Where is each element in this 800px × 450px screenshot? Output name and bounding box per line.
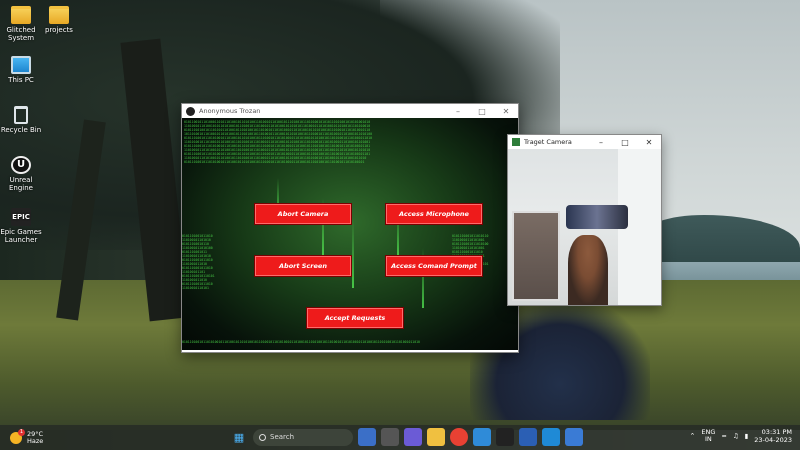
- file-explorer-icon[interactable]: [427, 428, 445, 446]
- clock-time: 03:31 PM: [761, 428, 792, 436]
- python-icon[interactable]: [565, 428, 583, 446]
- close-button[interactable]: ✕: [494, 107, 518, 116]
- windows-start-icon[interactable]: ▦: [230, 428, 248, 446]
- camera-feed-shelf: [512, 211, 560, 301]
- recycle-bin-icon: [14, 106, 28, 124]
- weather-desc: Haze: [27, 436, 44, 445]
- desktop-icon-recycle-bin[interactable]: Recycle Bin: [0, 106, 42, 134]
- desktop-icon-label: Engine: [9, 184, 33, 192]
- system-tray: ⌃ ENG IN ≈ ♫ ▮ 03:31 PM 23-04-2023: [689, 428, 792, 444]
- main-window-titlebar[interactable]: Anonymous Trozan – □ ✕: [182, 104, 518, 118]
- desktop-icon-label: System: [7, 34, 35, 42]
- code-background: 0101101001011010100101101001011010100101…: [182, 340, 420, 344]
- access-microphone-button[interactable]: Access Microphone: [385, 203, 483, 225]
- desktop-icon-label: Unreal: [9, 176, 33, 184]
- volume-icon[interactable]: ♫: [733, 432, 739, 440]
- search-label: Search: [270, 433, 295, 441]
- folder-icon: [49, 6, 69, 24]
- abort-screen-button[interactable]: Abort Screen: [254, 255, 352, 277]
- anonymous-mask-icon: [186, 106, 195, 116]
- maximize-button[interactable]: □: [613, 138, 637, 147]
- minimize-button[interactable]: –: [589, 138, 613, 147]
- camera-window-title: Traget Camera: [524, 138, 572, 146]
- code-background: 0101100101101000110101101001011010100110…: [184, 120, 373, 164]
- bing-icon[interactable]: [358, 428, 376, 446]
- notification-badge: 1: [18, 428, 25, 436]
- weather-widget[interactable]: 1 29°C Haze: [10, 428, 44, 445]
- code-rain: [352, 218, 354, 288]
- accept-requests-button[interactable]: Accept Requests: [306, 307, 404, 329]
- code-background: 0101101001011010 110100101101010 0101101…: [182, 234, 215, 290]
- vscode-icon[interactable]: [542, 428, 560, 446]
- search-icon: [259, 433, 266, 441]
- desktop-icon-label: projects: [45, 26, 73, 34]
- camera-feed-person: [568, 235, 608, 305]
- chevron-up-icon[interactable]: ⌃: [689, 432, 695, 440]
- store-icon[interactable]: [473, 428, 491, 446]
- desktop-icon-projects[interactable]: projects: [38, 6, 80, 34]
- camera-window-titlebar[interactable]: Traget Camera – □ ✕: [508, 135, 661, 149]
- language-indicator[interactable]: ENG IN: [701, 429, 715, 443]
- access-command-prompt-button[interactable]: Access Comand Prompt: [385, 255, 483, 277]
- epic-icon: EPIC: [11, 208, 31, 226]
- search-box[interactable]: Search: [253, 428, 353, 446]
- weather-icon: 1: [10, 428, 25, 444]
- battery-icon[interactable]: ▮: [745, 432, 749, 440]
- clock[interactable]: 03:31 PM 23-04-2023: [754, 428, 792, 444]
- desktop-icon-label: This PC: [8, 76, 34, 84]
- close-button[interactable]: ✕: [637, 138, 661, 147]
- terminal-icon[interactable]: [496, 428, 514, 446]
- camera-app-icon: [512, 138, 520, 146]
- desktop-icon-glitched-system[interactable]: Glitched System: [0, 6, 42, 42]
- word-icon[interactable]: [519, 428, 537, 446]
- taskbar-center: ▦ Search: [230, 428, 583, 446]
- desktop-icon-label: Epic Games: [0, 228, 42, 236]
- camera-feed-clothes: [566, 205, 628, 229]
- desktop-icon-unreal-engine[interactable]: U Unreal Engine: [0, 156, 42, 192]
- minimize-button[interactable]: –: [446, 107, 470, 116]
- maximize-button[interactable]: □: [470, 107, 494, 116]
- hacker-background: 0101100101101000110101101001011010100110…: [182, 118, 518, 350]
- folder-icon: [11, 6, 31, 24]
- taskbar: 1 29°C Haze ▦ Search ⌃ ENG IN ≈ ♫ ▮ 03:3…: [0, 425, 800, 450]
- main-window-title: Anonymous Trozan: [199, 107, 261, 115]
- abort-camera-button[interactable]: Abort Camera: [254, 203, 352, 225]
- wifi-icon[interactable]: ≈: [721, 432, 726, 440]
- pc-icon: [11, 56, 31, 74]
- desktop-icon-this-pc[interactable]: This PC: [0, 56, 42, 84]
- desktop-icon-label: Glitched: [6, 26, 36, 34]
- camera-window: Traget Camera – □ ✕: [507, 134, 662, 306]
- desktop-icon-label: Recycle Bin: [0, 126, 42, 134]
- camera-feed-area: [508, 149, 661, 305]
- camera-feed: [508, 149, 628, 305]
- unreal-icon: U: [11, 156, 31, 174]
- main-window: Anonymous Trozan – □ ✕ 01011001011010001…: [181, 103, 519, 353]
- desktop-icon-epic-games[interactable]: EPIC Epic Games Launcher: [0, 208, 42, 244]
- task-view-icon[interactable]: [381, 428, 399, 446]
- clock-date: 23-04-2023: [754, 436, 792, 444]
- chat-icon[interactable]: [404, 428, 422, 446]
- chrome-icon[interactable]: [450, 428, 468, 446]
- language-region: IN: [704, 435, 712, 443]
- desktop-icon-label: Launcher: [4, 236, 38, 244]
